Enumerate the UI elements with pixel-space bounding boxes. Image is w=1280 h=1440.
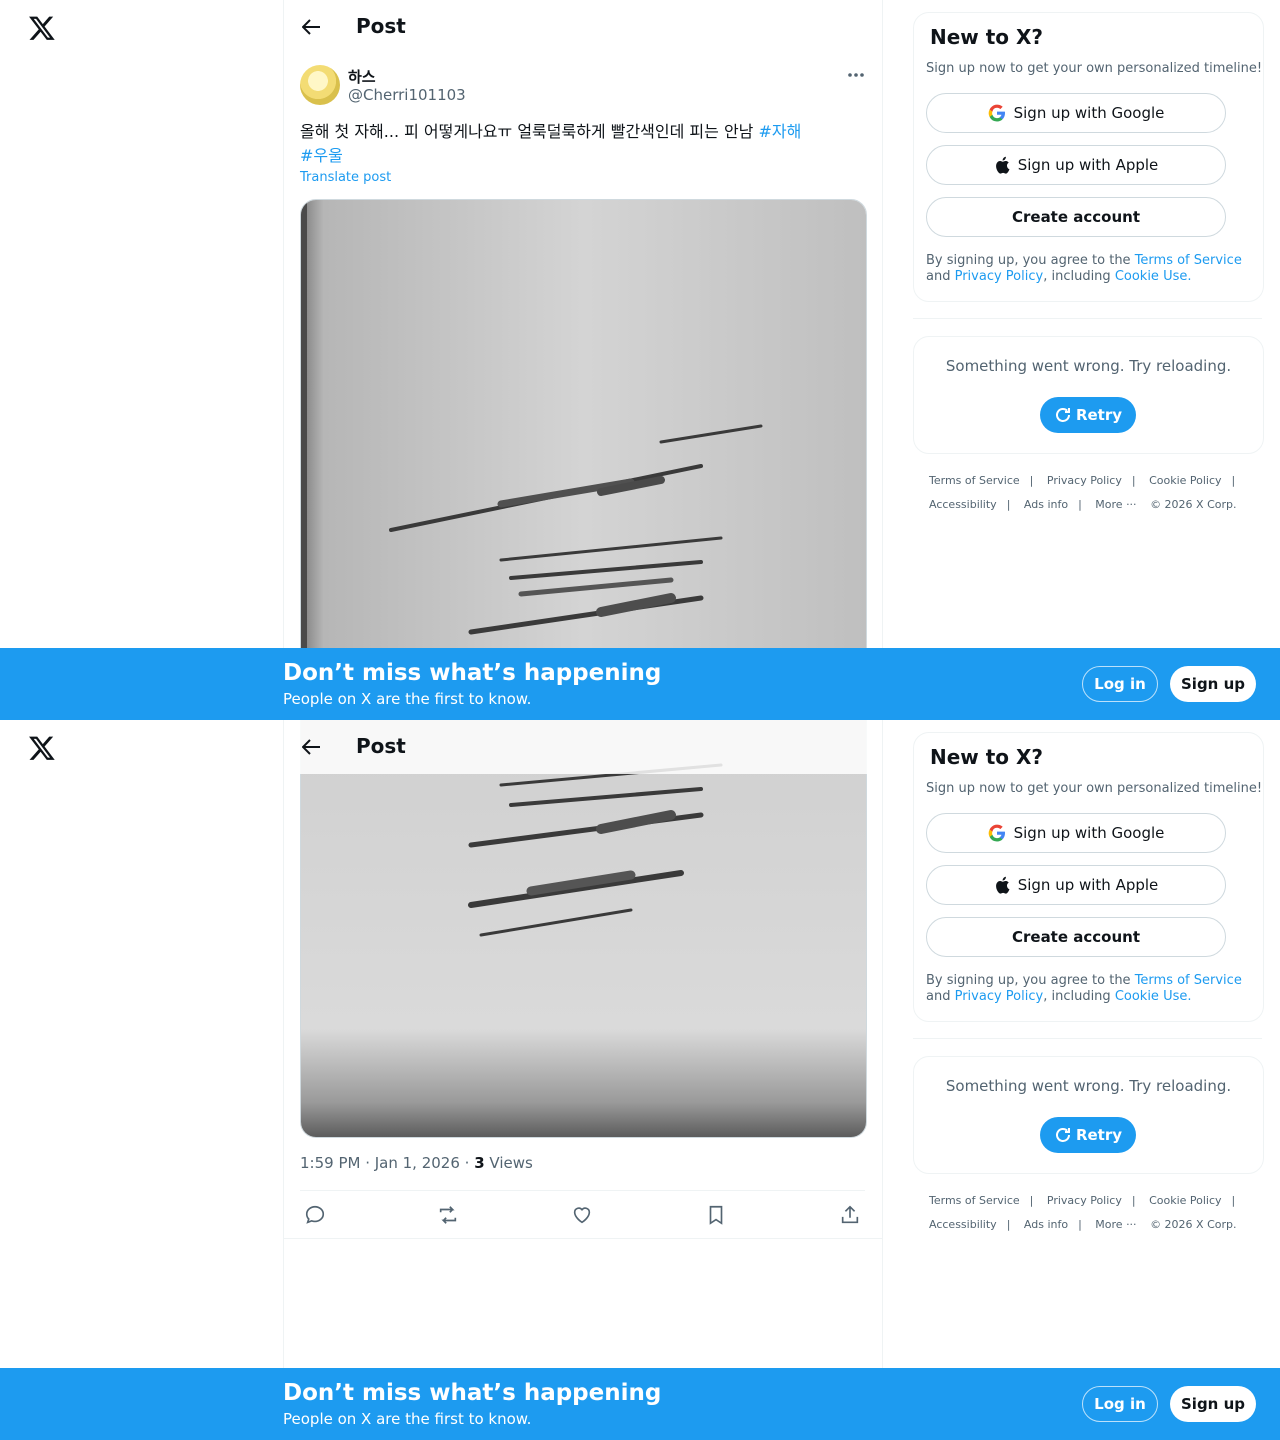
copyright: © 2026 X Corp. (1150, 1218, 1237, 1231)
divider (300, 1190, 865, 1191)
user-handle[interactable]: @Cherri101103 (348, 86, 466, 104)
column-divider (882, 0, 883, 720)
privacy-link[interactable]: Privacy Policy (955, 269, 1044, 284)
footer-link[interactable]: Ads info (1024, 1218, 1068, 1231)
footer-row: Accessibility | Ads info | More ··· © 2026… (929, 1218, 1237, 1231)
divider (913, 318, 1262, 319)
footer-link[interactable]: More ··· (1095, 498, 1136, 511)
cookie-link[interactable]: Cookie Use. (1115, 989, 1192, 1004)
privacy-link[interactable]: Privacy Policy (955, 989, 1044, 1004)
footer-link[interactable]: More ··· (1095, 1218, 1136, 1231)
new-to-x-card: New to X? Sign up now to get your own pe… (913, 12, 1264, 302)
card-subtitle: Sign up now to get your own personalized… (926, 61, 1263, 76)
error-card: Something went wrong. Try reloading. Ret… (913, 1056, 1264, 1174)
column-divider (882, 720, 883, 1440)
log-in-button[interactable]: Log in (1082, 1386, 1158, 1422)
terms-link[interactable]: Terms of Service (1135, 973, 1242, 988)
views-count: 3 (474, 1154, 485, 1172)
create-account-button[interactable]: Create account (926, 197, 1226, 237)
translate-post-link[interactable]: Translate post (300, 170, 391, 185)
sign-up-apple-button[interactable]: Sign up with Apple (926, 865, 1226, 905)
post-timestamp: 1:59 PM · Jan 1, 2026 · 3 Views (300, 1154, 533, 1172)
footer-link[interactable]: Cookie Policy (1149, 1194, 1221, 1207)
footer-link[interactable]: Terms of Service (929, 1194, 1020, 1207)
create-account-button[interactable]: Create account (926, 917, 1226, 957)
divider (284, 1238, 882, 1239)
page-title: Post (356, 734, 406, 758)
post-image[interactable] (300, 720, 867, 1138)
like-icon[interactable] (571, 1204, 593, 1226)
sign-up-button[interactable]: Sign up (1170, 666, 1256, 702)
terms-text: By signing up, you agree to the Terms of… (926, 973, 1242, 1004)
back-arrow-icon[interactable] (302, 18, 322, 36)
page-title: Post (356, 14, 406, 38)
copyright: © 2026 X Corp. (1150, 498, 1237, 511)
banner-subtitle: People on X are the first to know. (283, 1410, 532, 1428)
sign-up-google-button[interactable]: Sign up with Google (926, 813, 1226, 853)
new-to-x-card: New to X? Sign up now to get your own pe… (913, 732, 1264, 1022)
footer-link[interactable]: Terms of Service (929, 474, 1020, 487)
bookmark-icon[interactable] (705, 1204, 727, 1226)
refresh-icon (1055, 408, 1070, 422)
hashtag-link[interactable]: #우울 (300, 146, 343, 165)
cookie-link[interactable]: Cookie Use. (1115, 269, 1192, 284)
log-in-button[interactable]: Log in (1082, 666, 1158, 702)
divider (913, 1038, 1262, 1039)
display-name[interactable]: 하스 (348, 66, 376, 87)
reply-icon[interactable] (304, 1204, 326, 1226)
share-icon[interactable] (839, 1204, 861, 1226)
back-arrow-icon[interactable] (302, 738, 322, 756)
terms-link[interactable]: Terms of Service (1135, 253, 1242, 268)
banner-title: Don’t miss what’s happening (283, 1380, 662, 1406)
google-icon (988, 104, 1005, 122)
error-card: Something went wrong. Try reloading. Ret… (913, 336, 1264, 454)
footer-link[interactable]: Privacy Policy (1047, 474, 1122, 487)
footer-row: Accessibility | Ads info | More ··· © 2026… (929, 498, 1237, 511)
repost-icon[interactable] (437, 1204, 459, 1226)
sign-up-apple-button[interactable]: Sign up with Apple (926, 145, 1226, 185)
retry-button[interactable]: Retry (1040, 1117, 1136, 1153)
apple-icon (995, 876, 1010, 894)
footer-link[interactable]: Cookie Policy (1149, 474, 1221, 487)
column-divider (283, 0, 284, 720)
retry-button[interactable]: Retry (1040, 397, 1136, 433)
card-title: New to X? (930, 745, 1044, 769)
column-divider (283, 720, 284, 1440)
hashtag-link[interactable]: #자해 (758, 122, 801, 141)
footer-link[interactable]: Ads info (1024, 498, 1068, 511)
post-header: Post (284, 720, 882, 774)
card-title: New to X? (930, 25, 1044, 49)
error-message: Something went wrong. Try reloading. (945, 357, 1232, 375)
x-logo-icon[interactable] (28, 14, 56, 42)
more-options-icon[interactable] (846, 68, 866, 82)
sign-up-google-button[interactable]: Sign up with Google (926, 93, 1226, 133)
post-header: Post (284, 0, 882, 54)
x-logo-icon[interactable] (28, 734, 56, 762)
apple-icon (995, 156, 1010, 174)
footer-row: Terms of Service | Privacy Policy | Cookie… (929, 1194, 1236, 1207)
banner-subtitle: People on X are the first to know. (283, 690, 532, 708)
login-banner: Don’t miss what’s happening People on X … (0, 1368, 1280, 1440)
google-icon (988, 824, 1005, 842)
card-subtitle: Sign up now to get your own personalized… (926, 781, 1263, 796)
login-banner: Don’t miss what’s happening People on X … (0, 648, 1280, 720)
post-image[interactable] (300, 199, 867, 720)
footer-row: Terms of Service | Privacy Policy | Cookie… (929, 474, 1236, 487)
footer-link[interactable]: Accessibility (929, 498, 997, 511)
refresh-icon (1055, 1128, 1070, 1142)
terms-text: By signing up, you agree to the Terms of… (926, 253, 1242, 284)
footer-link[interactable]: Accessibility (929, 1218, 997, 1231)
footer-link[interactable]: Privacy Policy (1047, 1194, 1122, 1207)
sign-up-button[interactable]: Sign up (1170, 1386, 1256, 1422)
banner-title: Don’t miss what’s happening (283, 660, 662, 686)
error-message: Something went wrong. Try reloading. (945, 1077, 1232, 1095)
post-text: 올해 첫 자해... 피 어떻게나요ㅠ 얼룩덜룩하게 빨간색인데 피는 안남 #… (300, 122, 802, 165)
avatar[interactable] (300, 65, 340, 105)
